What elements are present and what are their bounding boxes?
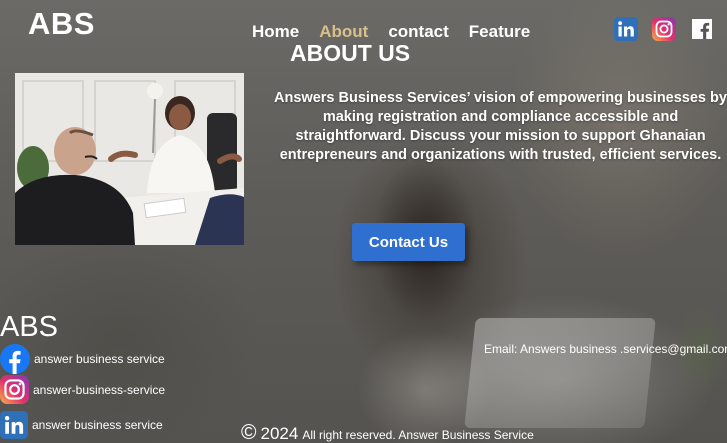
nav-feature[interactable]: Feature — [469, 22, 530, 42]
meeting-photo — [15, 73, 244, 245]
copyright-symbol: © — [241, 421, 257, 443]
site-logo[interactable]: ABS — [28, 6, 95, 42]
footer-instagram-label: answer-business-service — [33, 382, 166, 397]
header-social-icons — [614, 17, 714, 41]
facebook-icon — [0, 344, 30, 374]
about-description: Answers Business Services’ vision of emp… — [274, 90, 727, 163]
copyright-year: 2024 — [260, 424, 299, 443]
footer-instagram-link[interactable]: answer-business-service — [0, 375, 165, 404]
nav-home[interactable]: Home — [252, 22, 299, 42]
footer-logo: ABS — [0, 311, 59, 343]
footer-linkedin-label: answer business service — [32, 418, 163, 432]
linkedin-icon — [0, 411, 28, 439]
background-laptop — [464, 318, 656, 428]
nav-contact[interactable]: contact — [388, 22, 448, 42]
nav-about[interactable]: About — [319, 22, 368, 42]
facebook-icon[interactable] — [690, 17, 714, 41]
footer-email[interactable]: Email: Answers business .services@gmail.… — [484, 342, 727, 356]
instagram-icon[interactable] — [652, 17, 676, 41]
copyright-text: All right reserved. Answer Business Serv… — [302, 428, 534, 442]
linkedin-icon[interactable] — [614, 17, 638, 41]
footer-linkedin-link[interactable]: answer business service — [0, 411, 163, 439]
about-title: ABOUT US — [290, 40, 411, 66]
copyright-notice: © 2024 All right reserved. Answer Busine… — [241, 421, 534, 443]
instagram-icon — [0, 375, 29, 404]
contact-us-button[interactable]: Contact Us — [352, 223, 465, 261]
footer-facebook-label: answer business service — [34, 352, 165, 366]
footer-facebook-link[interactable]: answer business service — [0, 344, 165, 374]
main-nav: Home About contact Feature — [252, 22, 530, 42]
